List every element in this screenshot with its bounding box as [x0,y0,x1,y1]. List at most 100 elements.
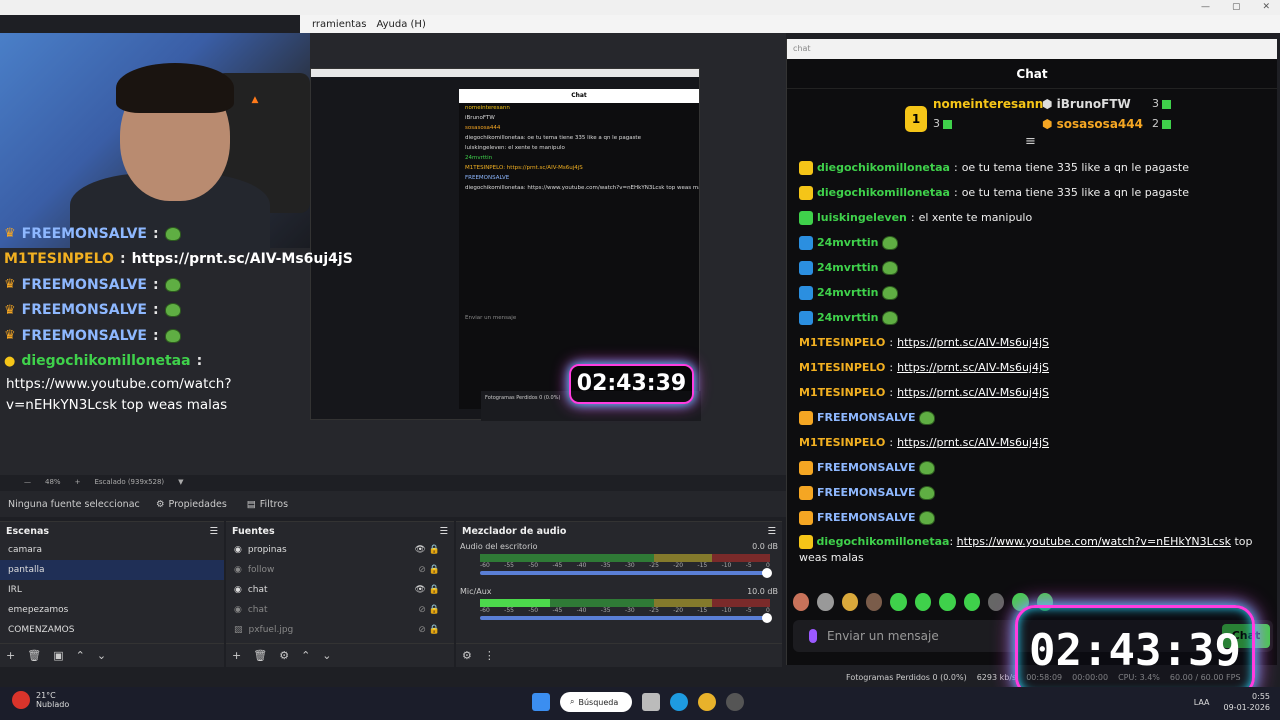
source-item[interactable]: ◉ chat ⊘ 🔒 [226,600,454,620]
chat-link[interactable]: https://prnt.sc/AIV-Ms6uj4jS [897,380,1049,405]
chrome-icon[interactable] [698,693,716,711]
chat-username[interactable]: FREEMONSALVE [817,505,915,530]
add-icon[interactable]: + [232,649,241,662]
slider-knob[interactable] [762,613,772,623]
scene-item-camara[interactable]: camara [0,540,224,560]
properties-button[interactable]: ⚙ Propiedades [146,499,237,510]
zoom-in-button[interactable]: + [75,478,81,486]
chat-message: 24mvrttin [799,280,1265,305]
menu-help[interactable]: Ayuda (H) [376,19,425,30]
browser-icon: ◉ [234,585,242,595]
weather-widget[interactable]: 21°C Nublado [12,691,69,709]
chevron-down-icon[interactable]: ⌄ [97,649,106,662]
edge-icon[interactable] [670,693,688,711]
taskbar-search[interactable]: ⌕ Búsqueda [560,692,632,712]
trash-icon[interactable]: 🗑 [253,649,267,662]
emote-icon[interactable] [890,593,907,611]
chat-username[interactable]: M1TESINPELO [799,355,885,380]
filters-button[interactable]: ▤ Filtros [237,499,298,510]
add-icon[interactable]: + [6,649,15,662]
chevron-up-icon[interactable]: ⌃ [301,649,310,662]
emote-icon[interactable] [817,593,834,611]
language-indicator[interactable]: LAA [1194,698,1210,707]
obs-preview[interactable]: ▲ Chat nomeinteresann iBrunoFTW sosasosa… [0,33,786,475]
emote-icon[interactable] [866,593,883,611]
emote-icon[interactable] [963,593,980,611]
gear-icon[interactable]: ⚙ [279,649,289,662]
chat-username[interactable]: M1TESINPELO [799,380,885,405]
temperature: 21°C [36,691,56,700]
emote-icon[interactable] [987,593,1005,611]
scene-item-irl[interactable]: IRL [0,580,224,600]
dock-menu-icon[interactable]: ☰ [209,526,218,537]
dock-menu-icon[interactable]: ☰ [439,526,448,537]
eye-icon[interactable]: 👁 🔒 [415,540,441,560]
chat-link[interactable]: https://prnt.sc/AIV-Ms6uj4jS [897,430,1049,455]
volume-slider[interactable] [480,613,772,623]
scale-dropdown-icon[interactable]: ▼ [178,478,183,486]
crown-icon: ♛ [4,328,16,344]
chat-link[interactable]: https://prnt.sc/AIV-Ms6uj4jS [897,355,1049,380]
maximize-icon[interactable]: ▢ [1232,2,1241,12]
overlay-row: ♛ FREEMONSALVE : [4,272,306,298]
start-icon[interactable] [532,693,550,711]
chat-username[interactable]: FREEMONSALVE [817,480,915,505]
dock-menu-icon[interactable]: ☰ [767,526,776,537]
leader-name: sosasosa444 [1056,117,1143,131]
volume-slider[interactable] [480,568,772,578]
more-icon[interactable]: ⋮ [484,649,495,662]
chat-username[interactable]: diegochikomillonetaa [817,155,950,180]
overlay-link: https://prnt.sc/AIV-Ms6uj4jS [131,251,353,268]
mic-icon[interactable] [809,629,817,643]
eye-icon[interactable]: 👁 🔒 [415,580,441,600]
minimize-icon[interactable]: — [1201,2,1210,12]
mixer-channel: Audio del escritorio 0.0 dB -60 -55 -50 -45 -… [456,540,782,578]
chat-link[interactable]: https://www.youtube.com/watch?v=nEHkYN3L… [957,535,1231,548]
emote-icon[interactable] [914,593,932,611]
chat-username[interactable]: M1TESINPELO [799,330,885,355]
overlay-user: FREEMONSALVE [21,276,147,293]
source-item[interactable]: ◉ propinas 👁 🔒 [226,540,454,560]
overlay-user: FREEMONSALVE [21,225,147,242]
trash-icon[interactable]: 🗑 [27,649,41,662]
nested-line: M1TESINPELO: https://prnt.sc/AIV-Ms6uj4j… [465,165,583,171]
chat-username[interactable]: FREEMONSALVE [817,455,915,480]
chat-username[interactable]: 24mvrttin [817,255,878,280]
emote-icon[interactable] [841,593,859,611]
chevron-up-icon[interactable]: ⌃ [76,649,85,662]
chat-username[interactable]: 24mvrttin [817,230,878,255]
gear-icon[interactable]: ⚙ [462,649,472,662]
nested-timer: 02:43:39 [569,364,694,404]
source-item[interactable]: ◉ follow ⊘ 🔒 [226,560,454,580]
emote-icon[interactable] [939,593,956,611]
chat-link[interactable]: https://prnt.sc/AIV-Ms6uj4jS [897,330,1049,355]
chat-username[interactable]: diegochikomillonetaa [817,535,950,548]
slider-knob[interactable] [762,568,772,578]
chat-username[interactable]: luiskingeleven [817,205,907,230]
chat-username[interactable]: M1TESINPELO [799,430,885,455]
chat-username[interactable]: 24mvrttin [817,280,878,305]
file-explorer-icon[interactable] [642,693,660,711]
overlay-row: ♛ FREEMONSALVE : [4,221,306,247]
eye-hidden-icon[interactable]: ⊘ 🔒 [418,560,440,580]
chat-username[interactable]: diegochikomillonetaa [817,180,950,205]
chat-username[interactable]: 24mvrttin [817,305,878,330]
zoom-out-button[interactable]: — [24,478,31,486]
eye-hidden-icon[interactable]: ⊘ 🔒 [418,600,440,620]
clock[interactable]: 0:55 09-01-2026 [1224,691,1271,713]
collapse-icon[interactable]: ≡ [1025,134,1036,149]
chat-username[interactable]: FREEMONSALVE [817,405,915,430]
source-item[interactable]: ◉ chat 👁 🔒 [226,580,454,600]
filter-icon[interactable]: ▣ [53,649,63,662]
emote-icon[interactable] [793,593,810,611]
scene-item-comenzamos[interactable]: COMENZAMOS [0,620,224,640]
menu-tools[interactable]: rramientas [312,19,366,30]
verified-icon [799,260,813,275]
eye-hidden-icon[interactable]: ⊘ 🔒 [418,620,440,640]
scene-item-pantalla[interactable]: pantalla [0,560,224,580]
source-item[interactable]: ▨ pxfuel.jpg ⊘ 🔒 [226,620,454,640]
scene-item-emepezamos[interactable]: emepezamos [0,600,224,620]
close-icon[interactable]: ✕ [1262,2,1270,12]
obs-icon[interactable] [726,693,744,711]
chevron-down-icon[interactable]: ⌄ [322,649,331,662]
